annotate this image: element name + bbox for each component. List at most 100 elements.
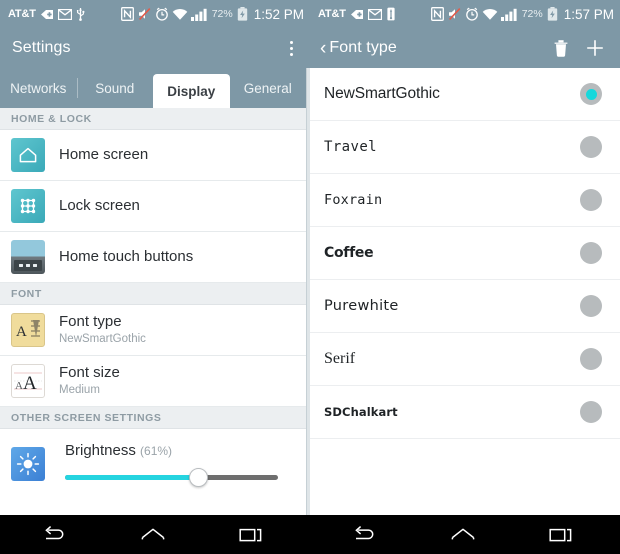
font-type-app-bar: ‹ Font type <box>310 28 620 68</box>
radio-dot <box>586 195 597 206</box>
settings-list[interactable]: HOME & LOCK Home screen Lock screen Home… <box>0 108 306 515</box>
font-type-pane: NewSmartGothic Travel Foxrain Coffee Purewhi… <box>310 68 620 515</box>
usb-icon <box>386 7 396 21</box>
font-list-item[interactable]: Travel <box>310 121 620 174</box>
radio-dot <box>586 142 597 153</box>
font-list-item[interactable]: Coffee <box>310 227 620 280</box>
tab-label: Sound <box>95 80 135 96</box>
setting-title: Home touch buttons <box>59 248 194 265</box>
mute-icon <box>447 7 462 21</box>
brightness-label: Brightness <box>65 442 136 459</box>
slider-thumb[interactable] <box>188 468 208 487</box>
battery-percent-label: 72% <box>211 8 233 20</box>
tab-label: General <box>243 80 292 96</box>
font-name-label: Foxrain <box>324 192 383 208</box>
font-list-item[interactable]: SDChalkart <box>310 386 620 439</box>
tab-label: Networks <box>10 80 67 96</box>
radio-button[interactable] <box>580 401 602 423</box>
trash-icon[interactable] <box>544 31 578 65</box>
setting-row-home-touch-buttons[interactable]: Home touch buttons <box>0 232 306 283</box>
radio-dot <box>585 88 597 100</box>
back-nav-icon[interactable] <box>38 518 72 552</box>
svg-text:A: A <box>16 324 27 340</box>
font-name-label: NewSmartGothic <box>324 85 440 102</box>
alarm-icon <box>155 7 169 21</box>
status-bar-row: AT&T 72% 1:52 PM AT&T 72% 1:57 PM <box>0 0 620 28</box>
email-icon <box>57 8 72 20</box>
svg-text:A: A <box>23 373 37 394</box>
section-header-home-lock: HOME & LOCK <box>0 108 306 130</box>
slider-fill <box>65 475 199 480</box>
brightness-slider[interactable] <box>65 468 284 487</box>
radio-button[interactable] <box>580 348 602 370</box>
tab-display[interactable]: Display <box>153 74 230 108</box>
alarm-icon <box>465 7 479 21</box>
font-list-item[interactable]: Serif <box>310 333 620 386</box>
wifi-icon <box>482 8 498 21</box>
navigation-bar-left <box>0 515 310 554</box>
recents-nav-icon[interactable] <box>544 518 578 552</box>
font-type-title[interactable]: Font type <box>329 39 397 57</box>
mute-icon <box>137 7 152 21</box>
home-touch-buttons-icon <box>11 240 45 274</box>
sd-card-icon <box>40 8 54 21</box>
settings-pane: Networks Sound Display General HOME & LO… <box>0 68 306 515</box>
overflow-menu-icon[interactable] <box>280 33 302 63</box>
brightness-percent: (61%) <box>140 444 173 458</box>
status-bar-left: AT&T 72% 1:52 PM <box>0 0 310 28</box>
panes-container: Networks Sound Display General HOME & LO… <box>0 68 620 515</box>
home-nav-icon[interactable] <box>446 518 480 552</box>
battery-charging-icon <box>237 7 248 21</box>
setting-title: Font type <box>59 313 122 331</box>
tab-label: Display <box>167 83 216 99</box>
radio-button[interactable] <box>580 189 602 211</box>
settings-tab-bar: Networks Sound Display General <box>0 68 306 108</box>
clock-label: 1:57 PM <box>563 6 614 22</box>
radio-dot <box>586 301 597 312</box>
section-header-font: FONT <box>0 283 306 305</box>
setting-row-font-type[interactable]: A Font type NewSmartGothic <box>0 305 306 356</box>
font-type-icon: A <box>11 313 45 347</box>
back-nav-icon[interactable] <box>348 518 382 552</box>
tab-sound[interactable]: Sound <box>76 68 154 108</box>
back-chevron-icon[interactable]: ‹ <box>320 39 326 58</box>
setting-title: Font size <box>59 364 120 382</box>
settings-app-bar: Settings <box>0 28 310 68</box>
signal-icon <box>190 8 207 21</box>
setting-subtitle: Medium <box>59 384 100 397</box>
radio-button[interactable] <box>580 295 602 317</box>
radio-button[interactable] <box>580 242 602 264</box>
plus-icon[interactable] <box>578 31 612 65</box>
email-icon <box>367 8 382 20</box>
radio-button[interactable] <box>580 136 602 158</box>
font-size-icon: A A <box>11 364 45 398</box>
setting-row-font-size[interactable]: A A Font size Medium <box>0 356 306 407</box>
font-list-item[interactable]: Purewhite <box>310 280 620 333</box>
tab-general[interactable]: General <box>230 68 307 108</box>
signal-icon <box>500 8 517 21</box>
radio-dot <box>586 354 597 365</box>
setting-row-lock-screen[interactable]: Lock screen <box>0 181 306 232</box>
device-screenshot: AT&T 72% 1:52 PM AT&T 72% 1:57 PM Settin… <box>0 0 620 554</box>
setting-row-brightness[interactable]: Brightness (61%) <box>0 429 306 499</box>
font-name-label: Travel <box>324 139 377 155</box>
radio-button-selected[interactable] <box>580 83 602 105</box>
battery-charging-icon <box>547 7 558 21</box>
font-name-label: Serif <box>324 350 356 367</box>
tab-networks[interactable]: Networks <box>0 68 77 108</box>
font-list[interactable]: NewSmartGothic Travel Foxrain Coffee Purewhi… <box>310 68 620 439</box>
home-screen-icon <box>11 138 45 172</box>
recents-nav-icon[interactable] <box>234 518 268 552</box>
section-header-label: HOME & LOCK <box>11 112 92 125</box>
setting-subtitle: NewSmartGothic <box>59 333 146 346</box>
radio-dot <box>586 248 597 259</box>
carrier-label: AT&T <box>318 8 346 20</box>
font-name-label: SDChalkart <box>324 405 398 419</box>
setting-row-home-screen[interactable]: Home screen <box>0 130 306 181</box>
home-nav-icon[interactable] <box>136 518 170 552</box>
setting-title: Lock screen <box>59 197 140 214</box>
clock-label: 1:52 PM <box>253 6 304 22</box>
font-list-item[interactable]: NewSmartGothic <box>310 68 620 121</box>
sd-card-icon <box>350 8 364 21</box>
font-list-item[interactable]: Foxrain <box>310 174 620 227</box>
